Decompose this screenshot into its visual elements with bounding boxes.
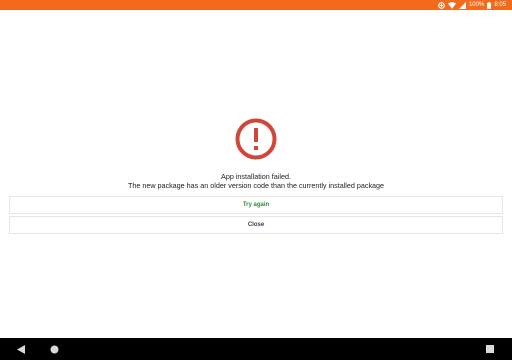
cellular-icon (458, 1, 466, 9)
battery-icon (487, 1, 492, 9)
error-message: App installation failed. The new package… (0, 172, 512, 190)
battery-percent: 100% (468, 2, 485, 8)
status-bar: 100% 8:05 (0, 0, 512, 10)
error-detail: The new package has an older version cod… (127, 181, 385, 190)
close-button[interactable]: Close (9, 216, 503, 234)
back-icon[interactable] (15, 343, 27, 355)
install-result-screen: App installation failed. The new package… (0, 10, 512, 338)
data-saver-icon (438, 1, 445, 9)
wifi-icon (447, 1, 456, 9)
home-icon[interactable] (48, 343, 60, 355)
navigation-bar (0, 338, 512, 360)
clock: 8:05 (494, 2, 506, 8)
try-again-button[interactable]: Try again (9, 196, 503, 214)
error-icon (235, 118, 277, 160)
error-title: App installation failed. (221, 172, 291, 181)
status-icons: 100% 8:05 (438, 0, 506, 10)
recents-icon[interactable] (484, 343, 496, 355)
